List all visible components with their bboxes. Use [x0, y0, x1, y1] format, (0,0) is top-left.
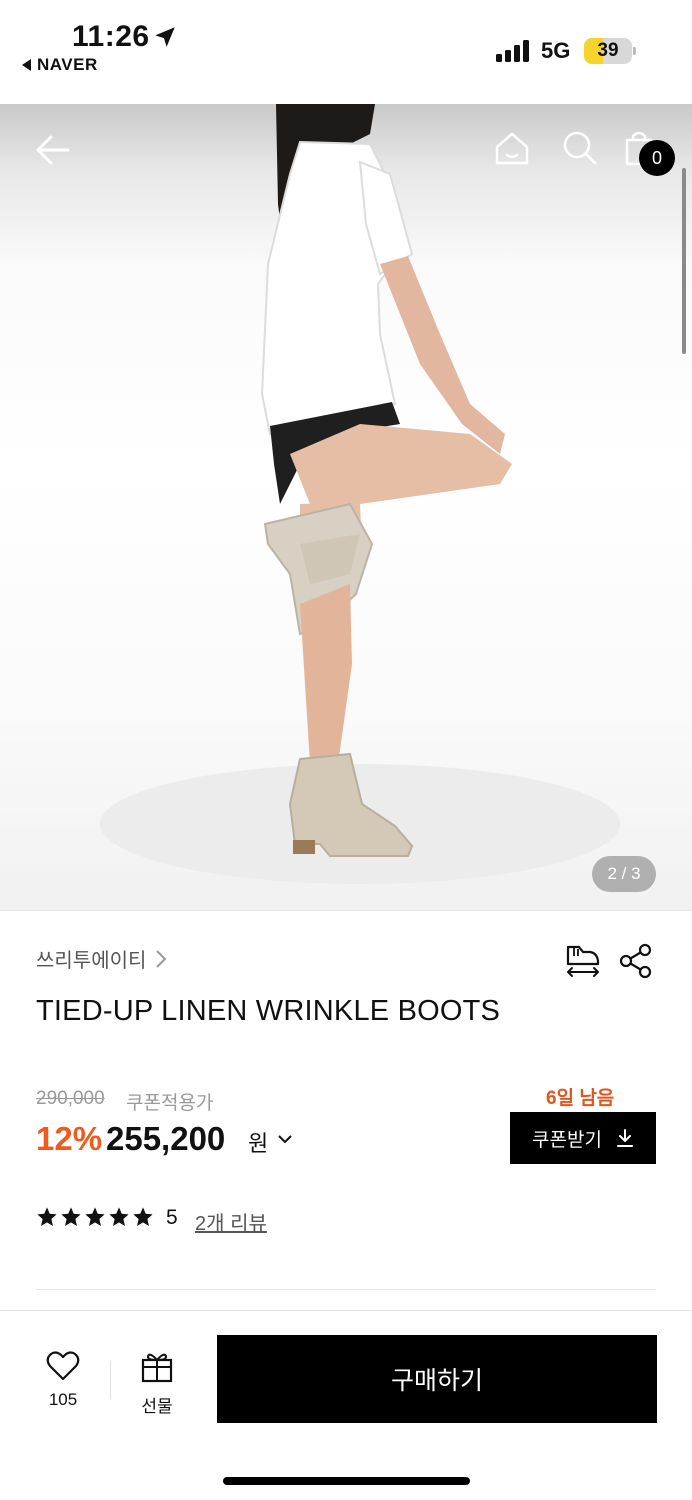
cart-count-badge: 0	[639, 140, 675, 176]
scrollbar[interactable]	[682, 168, 686, 354]
star-icon	[133, 1207, 153, 1226]
hero-nav-bar: 0	[0, 104, 692, 194]
get-coupon-button[interactable]: 쿠폰받기	[510, 1112, 656, 1164]
divider	[0, 910, 692, 911]
back-app-label: NAVER	[37, 55, 98, 74]
divider	[110, 1361, 111, 1399]
home-indicator	[223, 1477, 470, 1485]
search-icon[interactable]	[562, 130, 598, 166]
status-bar: 11:26 NAVER 5G 39	[0, 0, 692, 104]
rating-value: 5	[166, 1206, 178, 1229]
buy-button[interactable]: 구매하기	[217, 1335, 657, 1423]
price-detail-chevron-icon[interactable]	[276, 1130, 294, 1148]
download-icon	[616, 1129, 633, 1147]
back-to-app-link[interactable]: NAVER	[22, 55, 98, 75]
chevron-right-icon	[156, 949, 167, 968]
size-compare-icon[interactable]	[563, 943, 603, 979]
battery-tip	[633, 47, 636, 55]
original-price: 290,000	[36, 1088, 105, 1109]
star-icon	[37, 1207, 57, 1226]
product-image-carousel[interactable]: 0 2 / 3	[0, 104, 692, 910]
network-type: 5G	[541, 38, 571, 63]
home-icon[interactable]	[494, 130, 530, 166]
location-arrow-icon	[155, 27, 175, 47]
product-photo	[100, 104, 620, 884]
battery-icon: 39	[584, 38, 632, 64]
star-icon	[85, 1207, 105, 1226]
back-arrow-icon[interactable]	[35, 132, 71, 168]
star-rating	[36, 1206, 154, 1228]
gift-label: 선물	[141, 1397, 173, 1416]
star-icon	[61, 1207, 81, 1226]
gift-icon	[141, 1353, 173, 1383]
star-icon	[109, 1207, 129, 1226]
status-time: 11:26	[72, 20, 150, 53]
get-coupon-label: 쿠폰받기	[532, 1129, 602, 1151]
back-triangle-icon	[22, 59, 31, 71]
signal-icon	[496, 40, 529, 62]
brand-link[interactable]: 쓰리투에이티	[36, 944, 168, 973]
divider	[36, 1289, 656, 1290]
image-counter: 2 / 3	[592, 856, 656, 892]
product-title: TIED-UP LINEN WRINKLE BOOTS	[36, 995, 501, 1027]
buy-label: 구매하기	[390, 1367, 483, 1395]
brand-name: 쓰리투에이티	[36, 950, 147, 972]
battery-level: 39	[597, 40, 619, 61]
bottom-action-bar: 105 선물 구매하기	[0, 1310, 692, 1500]
discount-rate: 12%	[36, 1120, 103, 1157]
coupon-price-note: 쿠폰적용가	[126, 1093, 214, 1114]
currency-unit: 원	[248, 1131, 269, 1156]
like-count: 105	[48, 1390, 78, 1409]
review-count-link[interactable]: 2개 리뷰	[195, 1207, 267, 1236]
share-icon[interactable]	[619, 943, 653, 979]
like-button[interactable]: 105	[36, 1351, 90, 1410]
heart-icon	[46, 1351, 80, 1381]
sale-price: 255,200	[106, 1120, 226, 1157]
coupon-days-left: 6일 남음	[546, 1088, 615, 1109]
gift-button[interactable]: 선물	[130, 1351, 184, 1417]
